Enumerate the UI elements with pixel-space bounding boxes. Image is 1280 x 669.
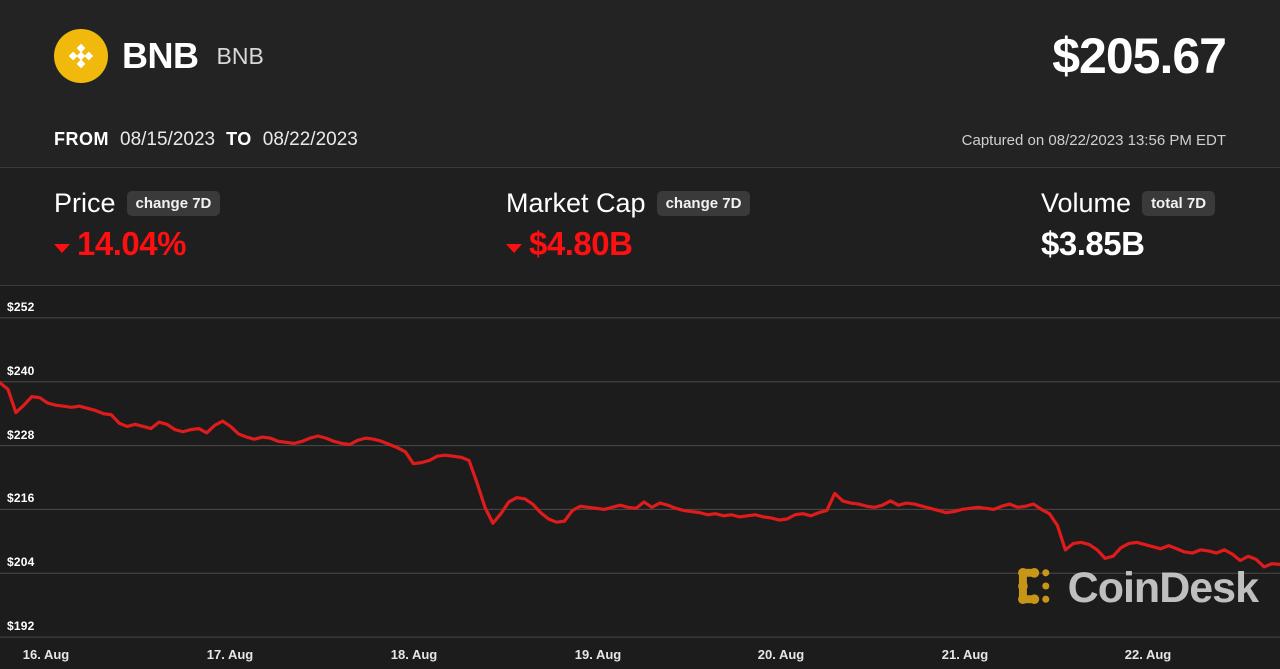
from-label: FROM bbox=[54, 129, 109, 149]
stats-row: Price change 7D 14.04% Market Cap change… bbox=[0, 168, 1280, 285]
stat-volume-badge: total 7D bbox=[1142, 191, 1216, 216]
stat-volume-value-group: $3.85B bbox=[1041, 227, 1215, 260]
stat-market-cap-value-group: $4.80B bbox=[506, 227, 750, 260]
to-label: TO bbox=[226, 129, 252, 149]
x-axis-tick: 18. Aug bbox=[390, 647, 438, 662]
captured-timestamp: Captured on 08/22/2023 13:56 PM EDT bbox=[961, 131, 1226, 149]
stat-price-head: Price change 7D bbox=[54, 188, 221, 218]
stat-market-cap-value: $4.80B bbox=[529, 225, 633, 262]
price-chart: $252 $240 $228 $216 $204 $192 16. Aug 17. Aug 1… bbox=[0, 286, 1280, 669]
stat-market-cap-label: Market Cap bbox=[506, 188, 646, 218]
price-line bbox=[0, 381, 1280, 569]
from-date: 08/15/2023 bbox=[120, 129, 216, 150]
card-header: BNB BNB $205.67 FROM 08/15/2023 TO 08/22… bbox=[0, 0, 1280, 168]
stat-volume-value: $3.85B bbox=[1041, 225, 1145, 262]
y-axis-tick: $252 bbox=[7, 299, 35, 314]
stat-price-value-group: 14.04% bbox=[54, 227, 220, 260]
stat-volume-head: Volume total 7D bbox=[1041, 188, 1216, 218]
coindesk-price-card: BNB BNB $205.67 FROM 08/15/2023 TO 08/22… bbox=[0, 0, 1280, 669]
binance-logo-icon bbox=[54, 29, 108, 83]
stat-volume-label: Volume bbox=[1041, 188, 1132, 218]
coin-identity: BNB BNB bbox=[54, 29, 264, 83]
coindesk-watermark: CoinDesk bbox=[1015, 564, 1259, 613]
coindesk-watermark-text: CoinDesk bbox=[1067, 564, 1259, 612]
x-axis-tick: 22. Aug bbox=[1124, 647, 1172, 662]
y-axis-tick: $192 bbox=[7, 619, 35, 634]
stat-market-cap-badge: change 7D bbox=[656, 191, 751, 216]
header-top-row: BNB BNB $205.67 bbox=[0, 0, 1280, 112]
date-range-row: FROM 08/15/2023 TO 08/22/2023 Captured o… bbox=[0, 112, 1280, 168]
x-axis-tick: 21. Aug bbox=[941, 647, 989, 662]
coindesk-logo-icon bbox=[1015, 564, 1059, 613]
x-axis-tick: 19. Aug bbox=[574, 647, 622, 662]
stat-price: Price change 7D 14.04% bbox=[54, 168, 221, 285]
x-axis-tick: 17. Aug bbox=[206, 647, 254, 662]
stat-market-cap: Market Cap change 7D $4.80B bbox=[506, 168, 751, 285]
to-date: 08/22/2023 bbox=[262, 129, 358, 150]
stat-price-badge: change 7D bbox=[126, 191, 221, 216]
stat-price-label: Price bbox=[54, 188, 116, 218]
coin-name: BNB bbox=[216, 42, 264, 69]
stat-market-cap-head: Market Cap change 7D bbox=[506, 188, 751, 218]
date-range: FROM 08/15/2023 TO 08/22/2023 bbox=[54, 129, 358, 151]
current-price: $205.67 bbox=[1052, 28, 1227, 84]
y-axis-tick: $228 bbox=[7, 427, 35, 442]
coin-symbol: BNB bbox=[122, 35, 199, 76]
y-axis-tick: $216 bbox=[7, 491, 35, 506]
stat-price-value: 14.04% bbox=[77, 225, 186, 262]
x-axis-tick: 20. Aug bbox=[757, 647, 805, 662]
arrow-down-icon bbox=[54, 244, 70, 253]
y-axis-tick: $204 bbox=[7, 555, 35, 570]
stat-volume: Volume total 7D $3.85B bbox=[1041, 168, 1216, 285]
y-axis-tick: $240 bbox=[7, 363, 35, 378]
x-axis-tick: 16. Aug bbox=[22, 647, 70, 662]
arrow-down-icon bbox=[506, 244, 522, 253]
